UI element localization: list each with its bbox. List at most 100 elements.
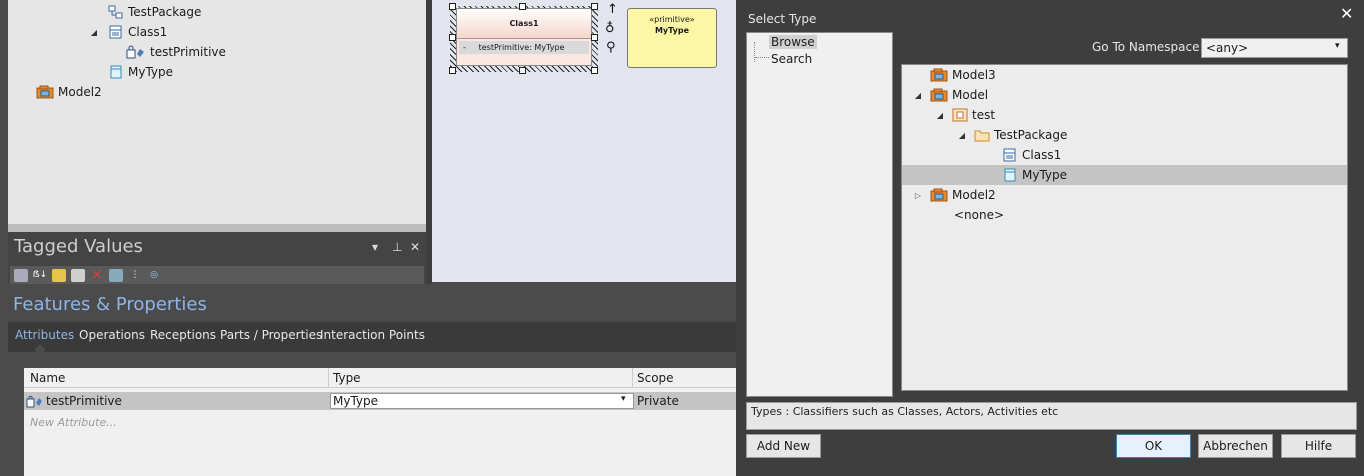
tree-item-label: MyType: [1022, 168, 1068, 182]
cancel-button[interactable]: Abbrechen: [1198, 434, 1273, 458]
class-name: Class1: [457, 9, 591, 39]
expand-icon[interactable]: ◢: [934, 111, 946, 120]
new-attribute-placeholder[interactable]: New Attribute...: [30, 416, 117, 429]
package-icon: [952, 108, 968, 122]
quick-link-icon[interactable]: ♁: [605, 21, 615, 36]
tree-item-label: <none>: [954, 208, 1005, 222]
namespace-select[interactable]: <any> ▾: [1201, 38, 1348, 58]
add-new-button[interactable]: Add New: [746, 434, 821, 458]
type-tree: Model3 ◢ Model ◢ test ◢ TestPackage Clas…: [901, 64, 1348, 391]
tagged-values-panel: Tagged Values ▾ ⊥ ✕ ẞ↓ ✕ ⋮ ◎: [8, 232, 426, 284]
type-combo[interactable]: MyType ▾: [330, 393, 634, 409]
tree-line: [755, 57, 769, 58]
tree-item-label: Model2: [952, 188, 996, 202]
resize-handle[interactable]: [591, 34, 598, 41]
tab-receptions[interactable]: Receptions: [150, 328, 216, 342]
primitive-name: MyType: [654, 26, 690, 35]
type-value: MyType: [333, 394, 379, 408]
attribute-scope[interactable]: Private: [637, 394, 679, 408]
tree-item-class1[interactable]: ◢ Class1: [88, 22, 167, 42]
tree-item-testprimitive[interactable]: testPrimitive: [126, 42, 226, 62]
diagram-canvas[interactable]: Class1 - testPrimitive: MyType ↑ ♁ ⚲ «pr…: [432, 0, 738, 282]
tab-attributes[interactable]: Attributes: [15, 328, 74, 342]
quick-linker-arrow-icon[interactable]: ↑: [607, 2, 618, 17]
tree-item-label: Model2: [58, 85, 102, 99]
zoom-icon[interactable]: ⚲: [606, 40, 616, 55]
class-icon: [108, 25, 124, 39]
table-header: Name Type Scope: [24, 368, 738, 388]
help-icon[interactable]: ◎: [147, 269, 161, 282]
ok-button[interactable]: OK: [1116, 434, 1191, 458]
tree-item-class1[interactable]: Class1: [1002, 145, 1061, 165]
tree-item-mytype[interactable]: MyType: [1002, 165, 1067, 185]
primitive-icon: [1002, 168, 1018, 182]
tag-icon[interactable]: [109, 268, 123, 282]
tree-item-label: MyType: [128, 65, 174, 79]
tab-operations[interactable]: Operations: [79, 328, 145, 342]
chevron-down-icon[interactable]: ▾: [621, 394, 626, 404]
dropdown-icon[interactable]: ▾: [372, 240, 378, 254]
tree-item-label: Class1: [1022, 148, 1062, 162]
tree-item-label: TestPackage: [128, 5, 202, 19]
tree-item-mytype[interactable]: MyType: [108, 62, 173, 82]
splitter[interactable]: [8, 224, 426, 232]
tree-item-model2[interactable]: Model2: [36, 82, 102, 102]
delete-icon[interactable]: ✕: [90, 268, 104, 283]
tree-item-model[interactable]: ◢ Model: [912, 85, 988, 105]
panel-title: Features & Properties: [13, 294, 207, 315]
tree-item-model2[interactable]: ▷ Model2: [912, 185, 996, 205]
model-icon: [930, 88, 948, 102]
close-icon[interactable]: ✕: [410, 240, 420, 254]
pin-icon[interactable]: ⊥: [392, 240, 402, 254]
filter-icon[interactable]: ⋮: [128, 269, 142, 282]
collapse-icon[interactable]: ▷: [912, 191, 924, 200]
column-header-scope[interactable]: Scope: [637, 371, 674, 385]
sort-icon[interactable]: ẞ↓: [33, 269, 47, 282]
tab-parts-properties[interactable]: Parts / Properties: [220, 328, 322, 342]
type-description: Types : Classifiers such as Classes, Act…: [746, 402, 1357, 430]
resize-handle[interactable]: [519, 3, 526, 10]
tree-item-model3[interactable]: Model3: [930, 65, 996, 85]
close-icon[interactable]: ✕: [1340, 4, 1353, 23]
features-panel: Features & Properties Attributes Operati…: [0, 284, 738, 476]
column-header-type[interactable]: Type: [333, 371, 361, 385]
new-tag-icon[interactable]: [52, 268, 66, 282]
select-type-dialog: Select Type ✕ Browse Search Go To Namesp…: [736, 0, 1364, 476]
class1-element[interactable]: Class1 - testPrimitive: MyType: [456, 8, 592, 66]
column-header-name[interactable]: Name: [30, 371, 65, 385]
tab-interaction-points[interactable]: Interaction Points: [320, 328, 425, 342]
tree-item-label: Class1: [128, 25, 168, 39]
mytype-primitive-element[interactable]: «primitive» MyType: [627, 8, 717, 68]
resize-handle[interactable]: [449, 67, 456, 74]
nav-item-search[interactable]: Search: [771, 52, 812, 66]
resize-handle[interactable]: [591, 3, 598, 10]
model-icon: [36, 85, 54, 99]
resize-handle[interactable]: [449, 34, 456, 41]
class-attribute: - testPrimitive: MyType: [459, 41, 589, 54]
tab-pointer: [34, 344, 46, 356]
expand-icon[interactable]: ◢: [956, 131, 968, 140]
tree-item-testpackage[interactable]: ◢ TestPackage: [956, 125, 1067, 145]
primitive-stereotype: «primitive»: [649, 15, 695, 24]
expand-icon[interactable]: ◢: [88, 28, 100, 37]
folder-icon: [974, 128, 990, 142]
dialog-title: Select Type: [748, 12, 817, 26]
nav-item-browse[interactable]: Browse: [769, 35, 817, 49]
edit-note-icon[interactable]: [71, 268, 85, 282]
attribute-name[interactable]: testPrimitive: [46, 394, 122, 408]
table-row[interactable]: testPrimitive MyType ▾ Private: [24, 392, 738, 410]
namespace-value: <any>: [1206, 41, 1249, 55]
help-button[interactable]: Hilfe: [1281, 434, 1356, 458]
tree-item-test[interactable]: ◢ test: [934, 105, 995, 125]
grid-view-icon[interactable]: [14, 268, 28, 282]
tree-item-label: testPrimitive: [150, 45, 226, 59]
resize-handle[interactable]: [519, 67, 526, 74]
resize-handle[interactable]: [591, 67, 598, 74]
tree-selection-highlight: [902, 165, 1347, 185]
tree-item-label: TestPackage: [994, 128, 1068, 142]
resize-handle[interactable]: [449, 3, 456, 10]
chevron-down-icon[interactable]: ▾: [1335, 41, 1340, 51]
expand-icon[interactable]: ◢: [912, 91, 924, 100]
tree-item-none[interactable]: <none>: [950, 205, 1004, 225]
tree-item-testpackage[interactable]: TestPackage: [108, 2, 201, 22]
